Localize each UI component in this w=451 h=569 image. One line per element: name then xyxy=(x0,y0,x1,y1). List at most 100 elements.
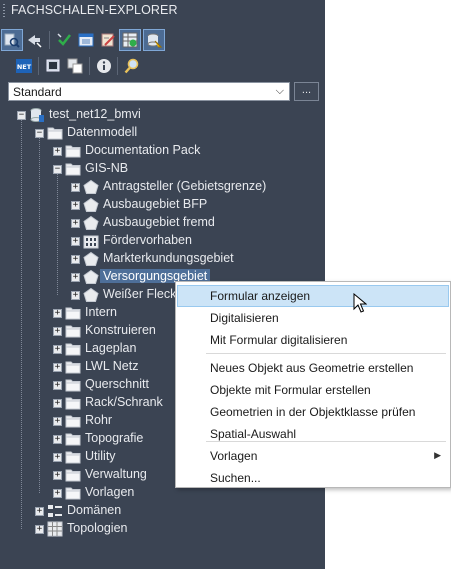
tree-item-label: Rohr xyxy=(85,413,113,427)
folder-icon xyxy=(65,395,81,411)
tree-item-label: Topografie xyxy=(85,431,144,445)
menu-item-vorlagen[interactable]: Vorlagen ▶ xyxy=(177,445,449,467)
folder-icon xyxy=(65,341,81,357)
toolbar-separator xyxy=(89,57,90,75)
tree-item-label: Lageplan xyxy=(85,341,137,355)
view-select-value: Standard xyxy=(13,85,62,99)
database-icon[interactable] xyxy=(143,29,165,51)
expand-icon[interactable]: + xyxy=(53,399,62,408)
building-icon xyxy=(83,233,99,249)
menu-item-suchen[interactable]: Suchen... xyxy=(177,467,449,489)
expand-icon[interactable]: + xyxy=(53,471,62,480)
expand-icon[interactable]: + xyxy=(53,345,62,354)
net-icon[interactable]: NET xyxy=(14,56,34,76)
menu-item-label: Mit Formular digitalisieren xyxy=(210,333,348,347)
menu-item-formular-anzeigen[interactable]: Formular anzeigen xyxy=(177,285,449,307)
expand-icon[interactable]: + xyxy=(53,417,62,426)
toolbar-separator xyxy=(38,57,39,75)
layout-icon[interactable] xyxy=(76,30,96,50)
expand-icon[interactable]: + xyxy=(35,525,44,534)
menu-item-digitalisieren[interactable]: Digitalisieren xyxy=(177,307,449,329)
edit-icon[interactable] xyxy=(98,30,118,50)
menu-item-mit-formular-digitalisieren[interactable]: Mit Formular digitalisieren xyxy=(177,329,449,351)
tree-item-label: Markterkundungsgebiet xyxy=(103,251,234,265)
menu-item-label: Spatial-Auswahl xyxy=(210,427,297,441)
collapse-icon[interactable]: − xyxy=(35,129,44,138)
tree-item-ausbaugebiet-bfp[interactable]: + Ausbaugebiet BFP xyxy=(0,196,325,214)
menu-item-geometrien-in-der-objektklasse-pruefen[interactable]: Geometrien in der Objektklasse prüfen xyxy=(177,401,449,423)
tree-item-label: Datenmodell xyxy=(67,125,138,139)
menu-item-objekte-mit-formular-erstellen[interactable]: Objekte mit Formular erstellen xyxy=(177,379,449,401)
collapse-icon[interactable]: − xyxy=(53,165,62,174)
folder-icon xyxy=(65,413,81,429)
folder-icon xyxy=(65,161,81,177)
view-select[interactable]: Standard ⌵ xyxy=(8,82,290,101)
tree-item-foerdervorhaben[interactable]: + Fördervorhaben xyxy=(0,232,325,250)
polygon-icon xyxy=(83,287,99,303)
tree-item-ausbaugebiet-fremd[interactable]: + Ausbaugebiet fremd xyxy=(0,214,325,232)
folder-icon xyxy=(65,323,81,339)
tree-item-label: Weißer Fleck xyxy=(103,287,177,301)
panel-title: FACHSCHALEN-EXPLORER xyxy=(11,3,178,17)
menu-item-label: Geometrien in der Objektklasse prüfen xyxy=(210,405,416,419)
polygon-icon xyxy=(83,179,99,195)
expand-icon[interactable]: + xyxy=(71,201,80,210)
folder-icon xyxy=(65,359,81,375)
check-icon[interactable] xyxy=(54,30,74,50)
expand-icon[interactable]: + xyxy=(71,219,80,228)
fly-icon[interactable] xyxy=(24,30,44,50)
chevron-down-icon[interactable]: ⌵ xyxy=(276,85,284,98)
tree-item-domaenen[interactable]: + Domänen xyxy=(0,502,325,520)
tree-item-label: Fördervorhaben xyxy=(103,233,192,247)
info-icon[interactable] xyxy=(94,56,114,76)
expand-icon[interactable]: + xyxy=(53,309,62,318)
expand-icon[interactable]: + xyxy=(53,435,62,444)
tree-item-antragsteller-gebietsgrenze[interactable]: + Antragsteller (Gebietsgrenze) xyxy=(0,178,325,196)
expand-icon[interactable]: + xyxy=(71,291,80,300)
panel-titlebar[interactable]: FACHSCHALEN-EXPLORER xyxy=(0,0,325,22)
layers-icon[interactable] xyxy=(65,56,85,76)
tree-item-test-net12-bmvi[interactable]: − test_net12_bmvi xyxy=(0,106,325,124)
folder-icon xyxy=(65,377,81,393)
expand-icon[interactable]: + xyxy=(35,507,44,516)
tree-item-label: Antragsteller (Gebietsgrenze) xyxy=(103,179,267,193)
folder-icon xyxy=(65,305,81,321)
tree-item-datenmodell[interactable]: − Datenmodell xyxy=(0,124,325,142)
tree-item-label: Intern xyxy=(85,305,117,319)
menu-item-label: Neues Objekt aus Geometrie erstellen xyxy=(210,361,414,375)
tree-item-label: Verwaltung xyxy=(85,467,147,481)
expand-icon[interactable]: + xyxy=(71,255,80,264)
tree-item-label: Topologien xyxy=(67,521,128,535)
tree-item-label: Vorlagen xyxy=(85,485,135,499)
collapse-icon[interactable]: − xyxy=(17,111,26,120)
tree-item-documentation-pack[interactable]: + Documentation Pack xyxy=(0,142,325,160)
expand-icon[interactable]: + xyxy=(53,381,62,390)
expand-icon[interactable]: + xyxy=(71,273,80,282)
folder-icon xyxy=(65,431,81,447)
tree-item-label: Ausbaugebiet BFP xyxy=(103,197,208,211)
expand-icon[interactable]: + xyxy=(53,453,62,462)
toolbar-separator xyxy=(117,57,118,75)
tree-item-label: GIS-NB xyxy=(85,161,129,175)
menu-item-neues-objekt-aus-geometrie-erstellen[interactable]: Neues Objekt aus Geometrie erstellen xyxy=(177,357,449,379)
menu-item-label: Vorlagen xyxy=(210,449,258,463)
search-icon[interactable] xyxy=(122,56,142,76)
explorer-icon[interactable] xyxy=(1,29,23,51)
toolbar-row-2: NET xyxy=(0,54,325,78)
menu-separator xyxy=(206,353,446,354)
expand-icon[interactable]: + xyxy=(53,489,62,498)
expand-icon[interactable]: + xyxy=(53,363,62,372)
expand-icon[interactable]: + xyxy=(53,147,62,156)
tree-item-markterkundungsgebiet[interactable]: + Markterkundungsgebiet xyxy=(0,250,325,268)
grip-handle[interactable] xyxy=(3,4,5,18)
expand-icon[interactable]: + xyxy=(71,237,80,246)
tree-item-label: LWL Netz xyxy=(85,359,139,373)
tree-item-label: Rack/Schrank xyxy=(85,395,163,409)
screen-icon[interactable] xyxy=(43,56,63,76)
tree-item-topologien[interactable]: + Topologien xyxy=(0,520,325,538)
expand-icon[interactable]: + xyxy=(71,183,80,192)
table-icon[interactable] xyxy=(119,29,141,51)
tree-item-gis-nb[interactable]: − GIS-NB xyxy=(0,160,325,178)
expand-icon[interactable]: + xyxy=(53,327,62,336)
more-button[interactable]: ... xyxy=(294,82,319,101)
